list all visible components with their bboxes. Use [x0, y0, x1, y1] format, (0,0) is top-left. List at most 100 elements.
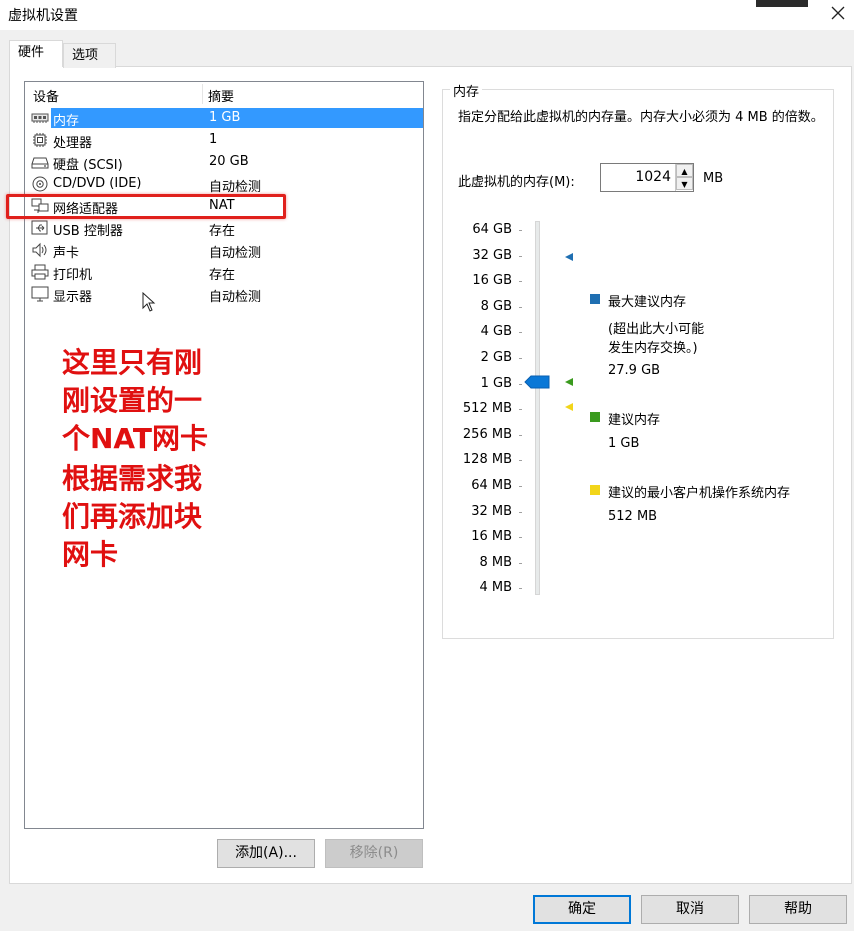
- device-row-display[interactable]: 显示器 自动检测: [25, 283, 423, 305]
- recommended-swatch: [590, 412, 600, 422]
- add-button[interactable]: 添加(A)...: [217, 839, 315, 868]
- scale-tick: [519, 281, 522, 283]
- usb-icon: [31, 220, 48, 235]
- max-recommended-swatch: [590, 294, 600, 304]
- max-recommended-note: (超出此大小可能: [608, 322, 705, 337]
- device-name: 处理器: [53, 136, 93, 151]
- scale-label: 512 MB: [462, 401, 512, 417]
- scale-tick: [519, 306, 522, 308]
- device-row-printer[interactable]: 打印机 存在: [25, 261, 423, 283]
- close-button[interactable]: [826, 1, 850, 25]
- increment-button[interactable]: ▲: [676, 164, 693, 177]
- max-recommended-note: 发生内存交换。): [608, 341, 698, 356]
- display-icon: [31, 286, 49, 302]
- memory-size-stepper[interactable]: 1024 ▲ ▼: [600, 163, 694, 192]
- device-row-memory[interactable]: 内存 1 GB: [25, 107, 423, 129]
- tab-hardware-label: 硬件: [18, 45, 45, 60]
- scale-tick: [519, 486, 522, 487]
- scale-tick: [519, 230, 522, 231]
- annotation-line: 根据需求我: [62, 462, 203, 495]
- mouse-cursor-icon: [142, 292, 156, 312]
- device-summary: 自动检测: [209, 290, 262, 305]
- device-summary: 自动检测: [209, 246, 262, 261]
- remove-button[interactable]: 移除(R): [325, 839, 423, 868]
- scale-tick: [519, 434, 522, 436]
- max-recommended-marker: [565, 253, 573, 261]
- scale-label: 1 GB: [480, 375, 512, 391]
- guest-min-marker: [565, 403, 573, 411]
- column-header-summary[interactable]: 摘要: [208, 86, 234, 105]
- memory-unit-label: MB: [703, 171, 724, 186]
- recommended-title: 建议内存: [608, 413, 661, 428]
- window-title: 虚拟机设置: [8, 8, 78, 24]
- cancel-button[interactable]: 取消: [641, 895, 739, 924]
- device-summary: 1: [209, 132, 218, 147]
- annotation-line: 网卡: [62, 538, 119, 571]
- scale-tick: [519, 383, 522, 385]
- device-summary: 存在: [209, 224, 236, 239]
- recommended-marker: [565, 378, 573, 386]
- scale-tick: [519, 332, 522, 334]
- scale-tick: [519, 588, 522, 590]
- scale-tick: [519, 460, 522, 462]
- title-bar-overlay: [756, 0, 808, 7]
- device-summary: 1 GB: [209, 110, 241, 125]
- sound-card-icon: [32, 242, 47, 258]
- column-separator: [202, 84, 203, 104]
- cd-dvd-icon: [32, 176, 48, 192]
- max-recommended-value: 27.9 GB: [608, 363, 661, 378]
- memory-size-value[interactable]: 1024: [635, 169, 671, 185]
- device-row-processor[interactable]: 处理器 1: [25, 129, 423, 151]
- device-row-hard-disk[interactable]: 硬盘 (SCSI) 20 GB: [25, 151, 423, 173]
- tab-hardware[interactable]: 硬件: [9, 40, 63, 67]
- scale-label: 32 GB: [472, 247, 512, 263]
- ok-button[interactable]: 确定: [533, 895, 631, 924]
- annotation-line: 这里只有刚: [62, 346, 203, 379]
- annotation-line: 个NAT网卡: [62, 422, 209, 455]
- device-summary: 存在: [209, 268, 236, 283]
- device-list-header: 设备 摘要: [25, 82, 423, 106]
- memory-slider-track[interactable]: [535, 221, 540, 595]
- device-summary: 20 GB: [209, 154, 249, 169]
- device-name: CD/DVD (IDE): [53, 176, 142, 191]
- decrement-button[interactable]: ▼: [676, 177, 693, 190]
- guest-min-title: 建议的最小客户机操作系统内存: [608, 486, 791, 501]
- memory-slider-thumb[interactable]: [524, 375, 550, 389]
- scale-label: 16 MB: [471, 529, 512, 545]
- scale-tick: [519, 511, 522, 513]
- annotation-line: 们再添加块: [62, 500, 203, 533]
- close-icon: [831, 6, 845, 20]
- device-name: 内存: [53, 114, 80, 129]
- column-header-device[interactable]: 设备: [33, 86, 59, 105]
- tab-options[interactable]: 选项: [63, 43, 116, 68]
- scale-label: 64 GB: [472, 222, 512, 237]
- scale-label: 128 MB: [462, 452, 512, 468]
- device-name: 打印机: [53, 268, 93, 283]
- device-row-cd-dvd[interactable]: CD/DVD (IDE) 自动检测: [25, 173, 423, 195]
- scale-label: 16 GB: [472, 273, 512, 289]
- scale-label: 32 MB: [471, 503, 512, 519]
- memory-group-title: 内存: [450, 81, 483, 100]
- tab-options-label: 选项: [72, 48, 99, 63]
- scale-label: 8 GB: [480, 298, 512, 314]
- device-summary: 自动检测: [209, 180, 262, 195]
- scale-tick: [519, 255, 522, 257]
- memory-icon: [31, 113, 49, 123]
- recommended-value: 1 GB: [608, 436, 640, 451]
- memory-size-label: 此虚拟机的内存(M):: [458, 175, 575, 190]
- guest-min-value: 512 MB: [608, 509, 658, 524]
- device-row-usb-controller[interactable]: USB 控制器 存在: [25, 217, 423, 239]
- help-button[interactable]: 帮助: [749, 895, 847, 924]
- device-name: USB 控制器: [53, 224, 123, 239]
- scale-tick: [519, 562, 522, 564]
- scale-label: 4 GB: [480, 324, 512, 340]
- scale-label: 8 MB: [479, 554, 512, 570]
- hard-disk-icon: [31, 157, 49, 169]
- guest-min-swatch: [590, 485, 600, 495]
- annotation-note-1: 这里只有刚 刚设置的一 个NAT网卡: [62, 344, 208, 458]
- scale-tick: [519, 358, 522, 359]
- printer-icon: [31, 264, 49, 280]
- device-row-sound-card[interactable]: 声卡 自动检测: [25, 239, 423, 261]
- network-adapter-highlight-box: [6, 194, 286, 219]
- title-bar: [0, 0, 854, 30]
